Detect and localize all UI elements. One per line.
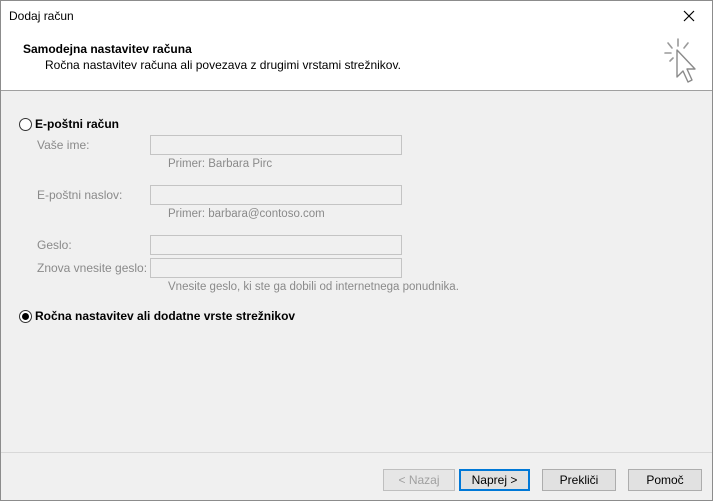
dialog-header: Samodejna nastavitev računa Ročna nastav… [1,31,712,91]
footer-divider [1,452,712,453]
header-subtitle: Ročna nastavitev računa ali povezava z d… [45,58,401,72]
add-account-dialog: Dodaj račun Samodejna nastavitev računa … [0,0,713,501]
name-hint: Primer: Barbara Pirc [168,158,273,170]
manual-setup-label[interactable]: Ročna nastavitev ali dodatne vrste strež… [35,309,295,323]
help-button[interactable]: Pomoč [628,469,702,491]
window-title: Dodaj račun [9,9,74,23]
password-hint: Vnesite geslo, ki ste ga dobili od inter… [168,281,459,293]
email-input[interactable] [150,185,402,205]
back-button[interactable]: < Nazaj [383,469,455,491]
next-button[interactable]: Naprej > [459,469,530,491]
password-input[interactable] [150,235,402,255]
close-icon [683,10,695,22]
password-confirm-label: Znova vnesite geslo: [37,261,148,275]
password-label: Geslo: [37,238,72,252]
email-label: E-poštni naslov: [37,188,123,202]
password-confirm-input[interactable] [150,258,402,278]
email-hint: Primer: barbara@contoso.com [168,208,325,220]
title-bar: Dodaj račun [1,1,712,31]
close-button[interactable] [666,1,712,31]
email-account-label[interactable]: E-poštni račun [35,117,119,131]
name-input[interactable] [150,135,402,155]
name-label: Vaše ime: [37,138,90,152]
email-account-radio[interactable] [19,118,32,131]
header-title: Samodejna nastavitev računa [23,42,192,56]
cancel-button[interactable]: Prekliči [542,469,616,491]
manual-setup-radio[interactable] [19,310,32,323]
cursor-click-icon [664,38,696,83]
